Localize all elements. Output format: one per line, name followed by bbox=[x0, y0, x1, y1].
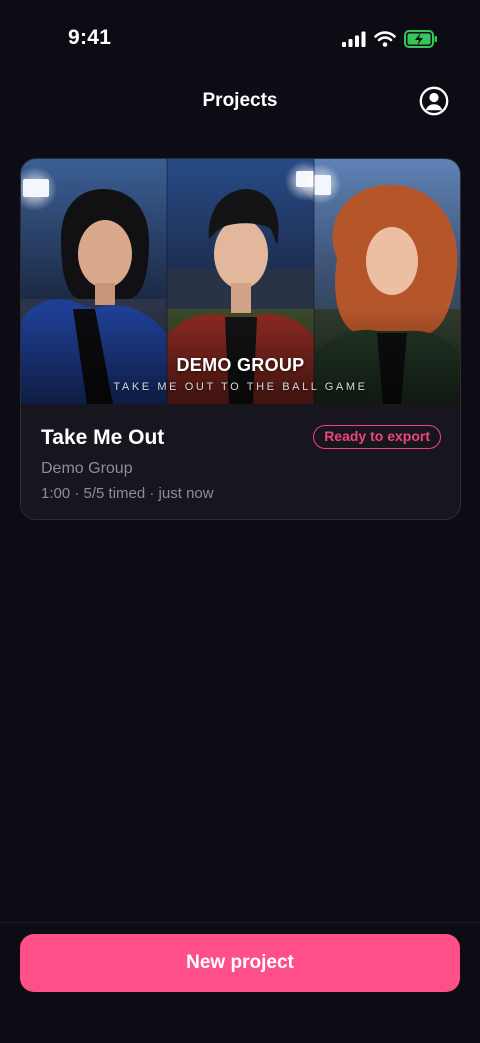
cover-title: DEMO GROUP bbox=[176, 355, 305, 375]
nav-bar: Projects bbox=[0, 78, 480, 124]
status-bar: 9:41 bbox=[0, 0, 480, 80]
cover-subtitle: TAKE ME OUT TO THE BALL GAME bbox=[113, 381, 368, 393]
status-badge: Ready to export bbox=[313, 425, 441, 449]
project-meta: 1:00 · 5/5 timed · just now bbox=[41, 485, 214, 502]
page-title: Projects bbox=[202, 90, 278, 111]
status-icons bbox=[342, 30, 438, 48]
project-title: Take Me Out bbox=[41, 426, 165, 449]
status-time: 9:41 bbox=[68, 26, 112, 49]
wifi-icon bbox=[374, 31, 396, 47]
project-card[interactable]: DEMO GROUP TAKE ME OUT TO THE BALL GAME … bbox=[20, 158, 461, 520]
project-cover-image: DEMO GROUP TAKE ME OUT TO THE BALL GAME bbox=[21, 159, 460, 404]
new-project-button[interactable]: New project bbox=[20, 934, 460, 992]
cellular-signal-icon bbox=[342, 31, 366, 47]
person-circle-icon[interactable] bbox=[419, 86, 449, 116]
bottom-divider bbox=[0, 922, 480, 923]
battery-charging-icon bbox=[404, 30, 437, 48]
project-group: Demo Group bbox=[41, 460, 133, 477]
project-card-info: Take Me Out Ready to export Demo Group 1… bbox=[21, 404, 460, 519]
